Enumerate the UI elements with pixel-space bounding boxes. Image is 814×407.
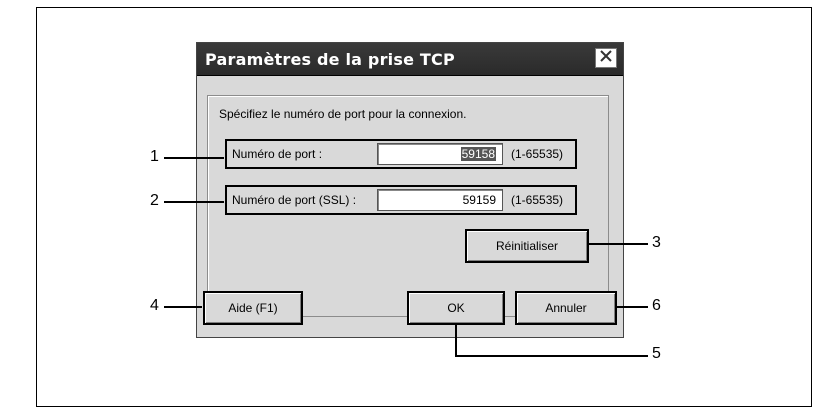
tcp-socket-dialog: Paramètres de la prise TCP Spécifiez le …	[196, 42, 624, 338]
reset-button[interactable]: Réinitialiser	[465, 229, 589, 263]
port-label: Numéro de port :	[232, 147, 323, 161]
cancel-button[interactable]: Annuler	[515, 291, 617, 325]
ok-button[interactable]: OK	[407, 291, 505, 325]
help-button[interactable]: Aide (F1)	[203, 291, 303, 325]
port-row: Numéro de port : 59158 (1-65535)	[225, 139, 577, 169]
instruction-text: Spécifiez le numéro de port pour la conn…	[219, 107, 467, 121]
callout-5-line-h	[455, 355, 648, 357]
callout-1-line	[164, 157, 224, 159]
close-icon	[600, 49, 612, 67]
callout-6: 6	[652, 297, 661, 314]
callout-2: 2	[150, 192, 159, 209]
callout-6-line	[616, 306, 648, 308]
callout-3: 3	[652, 234, 661, 251]
ssl-port-range: (1-65535)	[511, 193, 564, 207]
ssl-port-row: Numéro de port (SSL) : 59159 (1-65535)	[225, 185, 577, 215]
callout-4: 4	[150, 297, 159, 314]
title-bar: Paramètres de la prise TCP	[197, 43, 623, 76]
callout-1: 1	[150, 148, 159, 165]
port-input[interactable]: 59158	[377, 143, 503, 165]
ssl-port-label: Numéro de port (SSL) :	[232, 193, 357, 207]
close-button[interactable]	[595, 48, 617, 68]
port-range: (1-65535)	[511, 147, 564, 161]
dialog-title: Paramètres de la prise TCP	[205, 50, 455, 69]
callout-3-line	[588, 243, 648, 245]
callout-4-line	[164, 306, 202, 308]
ssl-port-input[interactable]: 59159	[377, 189, 503, 211]
callout-2-line	[164, 201, 224, 203]
callout-5: 5	[652, 345, 661, 362]
callout-5-line-v	[455, 324, 457, 356]
